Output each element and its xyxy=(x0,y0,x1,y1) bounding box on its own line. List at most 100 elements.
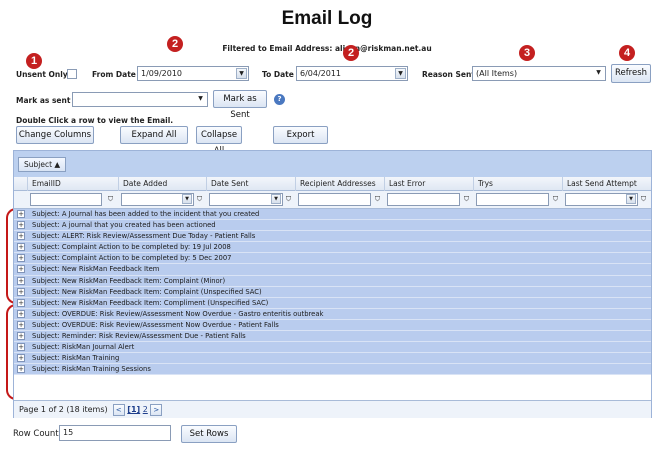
help-icon[interactable]: ? xyxy=(274,94,285,105)
calendar-dropdown-icon[interactable]: ▼ xyxy=(236,68,247,79)
reason-sent-label: Reason Sent xyxy=(422,70,475,79)
expand-row-icon[interactable]: + xyxy=(17,254,25,263)
expand-row-icon[interactable]: + xyxy=(17,221,25,230)
collapse-all-button[interactable]: Collapse All xyxy=(196,126,242,156)
filter-trys-input[interactable] xyxy=(476,193,549,206)
chevron-down-icon[interactable]: ▼ xyxy=(593,68,604,79)
row-subject-text: Subject: A journal that you created has … xyxy=(32,221,216,230)
filter-icon[interactable]: ⛉ xyxy=(284,194,293,205)
row-subject-text: Subject: RiskMan Training xyxy=(32,354,120,363)
to-date-label: To Date xyxy=(262,70,294,79)
calendar-dropdown-icon[interactable]: ▼ xyxy=(626,194,636,204)
double-click-hint: Double Click a row to view the Email. xyxy=(16,116,174,125)
table-row[interactable]: + Subject: Complaint Action to be complet… xyxy=(14,242,651,254)
pager-current-page[interactable]: [1] xyxy=(127,405,140,414)
table-row[interactable]: + Subject: New RiskMan Feedback Item: Com… xyxy=(14,286,651,298)
calendar-dropdown-icon[interactable]: ▼ xyxy=(395,68,406,79)
row-subject-text: Subject: RiskMan Journal Alert xyxy=(32,343,135,352)
row-subject-text: Subject: OVERDUE: Risk Review/Assessment… xyxy=(32,320,279,329)
mark-as-sent-button[interactable]: Mark as Sent xyxy=(213,90,267,120)
table-row[interactable]: + Subject: RiskMan Training xyxy=(14,353,651,365)
column-header-emailid[interactable]: EmailID xyxy=(27,177,118,191)
table-row[interactable]: + Subject: Complaint Action to be complet… xyxy=(14,253,651,265)
refresh-button[interactable]: Refresh xyxy=(611,64,651,83)
table-row[interactable]: + Subject: ALERT: Risk Review/Assessment … xyxy=(14,231,651,243)
table-row[interactable]: + Subject: OVERDUE: Risk Review/Assessmen… xyxy=(14,308,651,320)
pager-summary: Page 1 of 2 (18 items) xyxy=(19,405,108,414)
column-header-recipient-addresses[interactable]: Recipient Addresses xyxy=(295,177,384,191)
expand-row-icon[interactable]: + xyxy=(17,332,25,341)
table-row[interactable]: + Subject: Reminder: Risk Review/Assessme… xyxy=(14,331,651,343)
row-subject-text: Subject: OVERDUE: Risk Review/Assessment… xyxy=(32,309,324,318)
expand-row-icon[interactable]: + xyxy=(17,243,25,252)
table-row[interactable]: + Subject: RiskMan Training Sessions xyxy=(14,364,651,376)
expand-row-icon[interactable]: + xyxy=(17,232,25,241)
filter-icon[interactable]: ⛉ xyxy=(195,194,204,205)
row-subject-text: Subject: New RiskMan Feedback Item: Comp… xyxy=(32,298,269,307)
header-expand-col xyxy=(14,177,27,191)
unsent-only-checkbox[interactable] xyxy=(67,69,77,79)
table-row[interactable]: + Subject: A journal that you created has… xyxy=(14,220,651,232)
filter-icon[interactable]: ⛉ xyxy=(373,194,382,205)
table-row[interactable]: + Subject: New RiskMan Feedback Item xyxy=(14,264,651,276)
pager-prev-button[interactable]: < xyxy=(112,403,125,416)
unsent-only-label: Unsent Only xyxy=(16,70,68,79)
from-date-value: 1/09/2010 xyxy=(141,69,183,78)
filter-row: ⛉ ▼ ⛉ ▼ ⛉ ⛉ ⛉ ⛉ ▼ ⛉ xyxy=(14,191,651,209)
change-columns-button[interactable]: Change Columns xyxy=(16,126,94,144)
filter-emailid-input[interactable] xyxy=(30,193,102,206)
calendar-dropdown-icon[interactable]: ▼ xyxy=(271,194,281,204)
column-header-date-added[interactable]: Date Added xyxy=(118,177,206,191)
mark-as-sent-select[interactable]: ▼ xyxy=(72,92,208,107)
expand-row-icon[interactable]: + xyxy=(17,287,25,296)
from-date-label: From Date xyxy=(92,70,136,79)
expand-row-icon[interactable]: + xyxy=(17,343,25,352)
expand-row-icon[interactable]: + xyxy=(17,298,25,307)
annotation-badge-2b: 2 xyxy=(343,45,359,61)
pager-next-button[interactable]: > xyxy=(150,403,163,416)
export-button[interactable]: Export xyxy=(273,126,328,144)
grid-rows: + Subject: A Journal has been added to th… xyxy=(14,209,651,376)
table-row[interactable]: + Subject: New RiskMan Feedback Item: Com… xyxy=(14,297,651,309)
filter-icon[interactable]: ⛉ xyxy=(551,194,560,205)
expand-row-icon[interactable]: + xyxy=(17,276,25,285)
reason-sent-value: (All Items) xyxy=(476,69,518,78)
filter-icon[interactable]: ⛉ xyxy=(462,194,471,205)
column-header-last-error[interactable]: Last Error xyxy=(384,177,473,191)
row-subject-text: Subject: A Journal has been added to the… xyxy=(32,210,260,218)
table-row[interactable]: + Subject: OVERDUE: Risk Review/Assessmen… xyxy=(14,319,651,332)
filter-last-error-input[interactable] xyxy=(387,193,460,206)
annotation-badge-3: 3 xyxy=(519,45,535,61)
table-row[interactable]: + Subject: New RiskMan Feedback Item: Com… xyxy=(14,275,651,287)
calendar-dropdown-icon[interactable]: ▼ xyxy=(182,194,192,204)
from-date-input[interactable]: 1/09/2010 ▼ xyxy=(137,66,249,81)
filter-icon[interactable]: ⛉ xyxy=(106,194,115,205)
chevron-down-icon[interactable]: ▼ xyxy=(195,94,206,105)
filter-icon[interactable]: ⛉ xyxy=(639,194,648,205)
row-subject-text: Subject: Reminder: Risk Review/Assessmen… xyxy=(32,332,246,341)
table-row[interactable]: + Subject: RiskMan Journal Alert xyxy=(14,342,651,354)
column-header-last-send-attempt[interactable]: Last Send Attempt xyxy=(562,177,651,191)
expand-row-icon[interactable]: + xyxy=(17,320,25,329)
table-row[interactable]: + Subject: A Journal has been added to th… xyxy=(14,209,651,221)
row-subject-text: Subject: ALERT: Risk Review/Assessment D… xyxy=(32,232,256,241)
group-by-panel: Subject ▲ xyxy=(14,151,651,177)
filter-email-text: Filtered to Email Address: alison@riskma… xyxy=(222,44,432,53)
expand-all-button[interactable]: Expand All xyxy=(120,126,188,144)
expand-row-icon[interactable]: + xyxy=(17,354,25,363)
reason-sent-select[interactable]: (All Items) ▼ xyxy=(472,66,606,81)
expand-row-icon[interactable]: + xyxy=(17,365,25,374)
row-count-label: Row Count xyxy=(13,429,59,439)
row-subject-text: Subject: Complaint Action to be complete… xyxy=(32,254,232,263)
row-count-input[interactable]: 15 xyxy=(59,425,171,441)
expand-row-icon[interactable]: + xyxy=(17,265,25,274)
expand-row-icon[interactable]: + xyxy=(17,309,25,318)
column-header-date-sent[interactable]: Date Sent xyxy=(206,177,295,191)
group-chip-subject[interactable]: Subject ▲ xyxy=(18,157,67,172)
filter-recipient-input[interactable] xyxy=(298,193,371,206)
set-rows-button[interactable]: Set Rows xyxy=(181,425,237,443)
to-date-input[interactable]: 6/04/2011 ▼ xyxy=(296,66,408,81)
expand-row-icon[interactable]: + xyxy=(17,210,25,218)
column-header-trys[interactable]: Trys xyxy=(473,177,562,191)
pager-page-2[interactable]: 2 xyxy=(143,405,148,414)
